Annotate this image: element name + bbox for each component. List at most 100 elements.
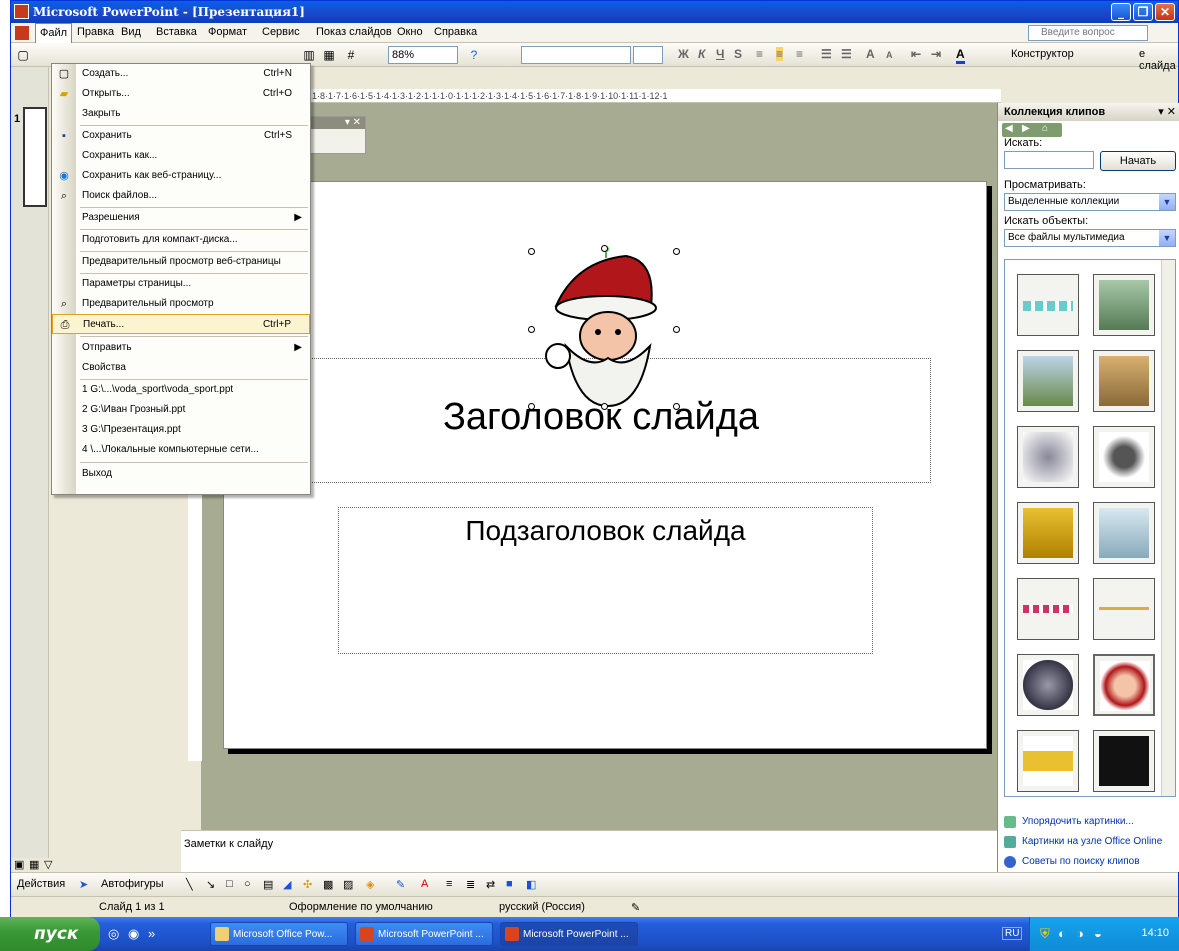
font-select[interactable] [521, 46, 631, 64]
menu-recent-file-1[interactable]: 1 G:\...\voda_sport\voda_sport.ppt [52, 380, 310, 400]
clip-border-3[interactable] [1093, 578, 1155, 640]
dash-style-icon[interactable]: ≣ [466, 878, 475, 891]
view-buttons[interactable]: ▣ ▦ ▽ [11, 858, 181, 872]
clip-landscape[interactable] [1017, 350, 1079, 412]
close-button[interactable]: ✕ [1155, 3, 1175, 21]
textbox-icon[interactable]: ▤ [263, 878, 273, 891]
home-icon[interactable]: ⌂ [1042, 123, 1048, 134]
clip-border-1[interactable] [1017, 274, 1079, 336]
menu-view[interactable]: Вид [121, 26, 141, 38]
document-icon[interactable] [15, 26, 29, 40]
slide-subtitle[interactable]: Подзаголовок слайда [338, 515, 873, 547]
font-color-icon[interactable]: A [956, 47, 965, 64]
office-online-link[interactable]: Картинки на узле Office Online [1022, 836, 1162, 847]
clip-house[interactable] [1093, 730, 1155, 792]
clip-school-bus[interactable] [1017, 730, 1079, 792]
clipart-icon[interactable]: ▩ [323, 878, 333, 891]
diagram-icon[interactable]: ✣ [303, 878, 312, 891]
menu-save-as[interactable]: Сохранить как... [52, 146, 310, 166]
wordart-icon[interactable]: ◢ [283, 878, 291, 891]
menu-print[interactable]: ⎙ Печать... Ctrl+P [52, 314, 310, 334]
menu-save[interactable]: ▪ Сохранить Ctrl+S [52, 126, 310, 146]
menu-slideshow[interactable]: Показ слайдов [316, 26, 392, 38]
zoom-select[interactable]: 88% [388, 46, 458, 64]
ie-icon[interactable]: ◎ [108, 926, 119, 942]
menu-insert[interactable]: Вставка [156, 26, 197, 38]
menu-tools[interactable]: Сервис [262, 26, 300, 38]
taskbar-item-office-folder[interactable]: Microsoft Office Pow... [210, 922, 348, 946]
media-type-select[interactable]: Все файлы мультимедиа ▼ [1004, 229, 1176, 247]
menu-print-preview[interactable]: ⌕ Предварительный просмотр [52, 294, 310, 314]
resize-handle[interactable] [673, 248, 680, 255]
clip-cow[interactable] [1093, 426, 1155, 488]
media-icon[interactable]: ◉ [128, 926, 139, 942]
notes-pane[interactable]: Заметки к слайду [181, 830, 997, 872]
font-size-select[interactable] [633, 46, 663, 64]
maximize-button[interactable]: ❐ [1133, 3, 1153, 21]
clip-gallery-scrollbar[interactable] [1161, 260, 1175, 796]
task-pane-nav[interactable]: ◀ ▶ ⌂ [1002, 123, 1062, 137]
grid-icon[interactable]: # [343, 47, 359, 63]
align-center-icon[interactable]: ≡ [776, 47, 784, 61]
menu-format[interactable]: Формат [208, 26, 247, 38]
clip-eiffel-tower[interactable] [1093, 502, 1155, 564]
arrow-style-icon[interactable]: ⇄ [486, 878, 495, 891]
resize-handle[interactable] [673, 326, 680, 333]
font-color-draw-icon[interactable]: A [421, 878, 428, 890]
menu-file[interactable]: Файл [35, 23, 73, 43]
slideshow-view-icon[interactable]: ▽ [44, 858, 52, 871]
slide-layout-button[interactable]: е слайда [1139, 48, 1178, 72]
line-color-icon[interactable]: ✎ [396, 878, 405, 891]
help-search-input[interactable]: Введите вопрос [1028, 25, 1148, 41]
task-pane-close-icon[interactable]: ▾ ✕ [1158, 105, 1176, 118]
menu-close[interactable]: Закрыть [52, 104, 310, 124]
chevron-down-icon[interactable]: ▼ [1159, 194, 1175, 210]
resize-handle[interactable] [528, 326, 535, 333]
menu-package-cd[interactable]: Подготовить для компакт-диска... [52, 230, 310, 250]
arrow-icon[interactable]: ↘ [206, 878, 215, 891]
menu-send-to[interactable]: Отправить ▶ [52, 338, 310, 358]
resize-handle[interactable] [601, 403, 608, 410]
start-button[interactable]: пуск [0, 917, 100, 951]
autoshapes-menu[interactable]: Автофигуры [101, 878, 164, 890]
menu-web-preview[interactable]: Предварительный просмотр веб-страницы [52, 252, 310, 272]
numbering-icon[interactable]: ☰ [821, 47, 832, 61]
menu-recent-file-2[interactable]: 2 G:\Иван Грозный.ppt [52, 400, 310, 420]
taskbar-item-powerpoint-2[interactable]: Microsoft PowerPoint ... [500, 922, 638, 946]
oval-icon[interactable]: ○ [244, 878, 251, 890]
bullets-icon[interactable]: ☰ [841, 47, 852, 61]
menu-properties[interactable]: Свойства [52, 358, 310, 378]
resize-handle[interactable] [601, 245, 608, 252]
bold-icon[interactable]: Ж [678, 47, 689, 61]
resize-handle[interactable] [528, 248, 535, 255]
chevron-down-icon[interactable]: ▼ [1159, 230, 1175, 246]
increase-font-icon[interactable]: A [866, 47, 875, 61]
title-bar[interactable]: Microsoft PowerPoint - [Презентация1] _ … [11, 1, 1178, 23]
clip-bulldozer[interactable] [1017, 502, 1079, 564]
normal-view-icon[interactable]: ▣ [14, 858, 24, 871]
actions-menu[interactable]: Действия [17, 878, 65, 890]
menu-edit[interactable]: Правка [77, 26, 114, 38]
design-button[interactable]: Конструктор [1011, 48, 1074, 60]
picture-icon[interactable]: ▨ [343, 878, 353, 891]
resize-handle[interactable] [528, 403, 535, 410]
clip-football-helmet[interactable] [1017, 654, 1079, 716]
tray-app-icon[interactable]: ◒ [1094, 926, 1102, 941]
taskbar-item-powerpoint-1[interactable]: Microsoft PowerPoint ... [355, 922, 493, 946]
language-indicator[interactable]: RU [1002, 927, 1023, 940]
network-icon[interactable]: ◑ [1076, 926, 1084, 941]
menu-new[interactable]: ▢ Создать... Ctrl+N [52, 64, 310, 84]
sorter-view-icon[interactable]: ▦ [29, 858, 39, 871]
quicklaunch-icon[interactable]: » [148, 926, 155, 941]
collections-select[interactable]: Выделенные коллекции ▼ [1004, 193, 1176, 211]
decrease-indent-icon[interactable]: ⇤ [911, 47, 921, 61]
3d-style-icon[interactable]: ◧ [526, 878, 536, 891]
line-icon[interactable]: ╲ [186, 878, 193, 891]
menu-help[interactable]: Справка [434, 26, 477, 38]
rectangle-icon[interactable]: □ [226, 878, 233, 890]
volume-icon[interactable]: ◐ [1058, 926, 1066, 941]
menu-recent-file-3[interactable]: 3 G:\Презентация.ppt [52, 420, 310, 440]
decrease-font-icon[interactable]: A [886, 50, 893, 60]
menu-find-files[interactable]: ⌕ Поиск файлов... [52, 186, 310, 206]
align-left-icon[interactable]: ≡ [756, 47, 763, 61]
